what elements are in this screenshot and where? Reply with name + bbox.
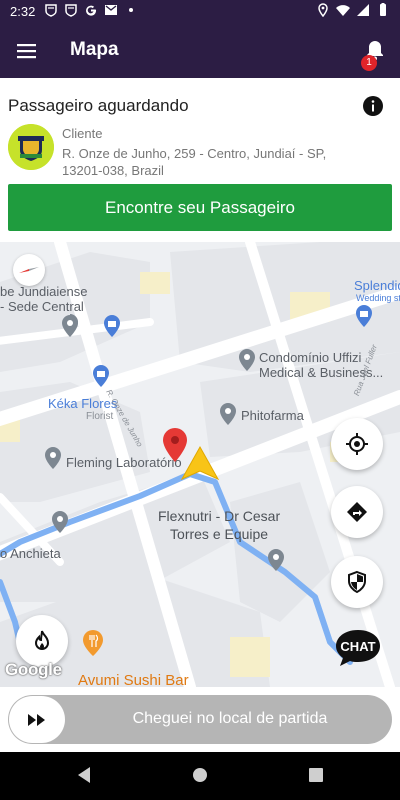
place-label: o Anchieta xyxy=(0,546,61,561)
recents-icon[interactable] xyxy=(308,766,324,784)
place-label: Phitofarma xyxy=(241,408,304,423)
place-label: be Jundiaiense - Sede Central xyxy=(0,284,88,314)
app-bar: Mapa 1 xyxy=(0,24,400,78)
mail-icon xyxy=(105,5,117,15)
shield-icon xyxy=(65,4,77,17)
dot-icon xyxy=(129,8,133,12)
restaurant-pin-icon[interactable] xyxy=(82,629,104,657)
safety-button[interactable] xyxy=(331,556,383,608)
notification-badge: 1 xyxy=(361,55,377,71)
chat-label: CHAT xyxy=(340,639,375,654)
card-heading: Passageiro aguardando xyxy=(8,96,189,115)
my-location-button[interactable] xyxy=(331,418,383,470)
place-pin-icon[interactable] xyxy=(267,548,285,572)
flame-icon xyxy=(34,630,50,650)
page-title: Mapa xyxy=(70,39,119,60)
shopping-pin-icon[interactable] xyxy=(103,314,121,338)
place-pin-icon[interactable] xyxy=(219,402,237,426)
menu-icon[interactable] xyxy=(16,41,38,61)
info-icon[interactable] xyxy=(362,95,384,117)
shield-icon xyxy=(45,4,57,17)
system-nav-bar xyxy=(0,752,400,800)
compass-button[interactable] xyxy=(13,254,45,286)
back-icon[interactable] xyxy=(76,766,92,784)
client-logo-icon xyxy=(8,124,54,170)
directions-icon xyxy=(347,502,367,522)
map-view[interactable]: be Jundiaiense - Sede Central Splendida … xyxy=(0,242,400,687)
client-avatar xyxy=(8,124,54,170)
navigation-arrow-icon xyxy=(180,445,220,481)
compass-icon xyxy=(19,267,39,273)
place-pin-icon[interactable] xyxy=(44,446,62,470)
google-attribution: Google xyxy=(5,660,62,679)
place-label: Flexnutri - Dr Cesar Torres e Equipe xyxy=(158,508,281,542)
shield-icon xyxy=(348,570,366,594)
shopping-pin-icon[interactable] xyxy=(92,364,110,388)
find-passenger-button[interactable]: Encontre seu Passageiro xyxy=(8,184,392,231)
signal-icon xyxy=(357,4,369,16)
slider-knob[interactable] xyxy=(9,696,65,743)
place-sublabel: Florist xyxy=(86,411,114,422)
place-pin-icon[interactable] xyxy=(238,348,256,372)
directions-button[interactable] xyxy=(331,486,383,538)
arrival-slider[interactable]: Cheguei no local de partida xyxy=(8,695,392,744)
clock: 2:32 xyxy=(10,4,36,19)
fast-forward-icon xyxy=(28,713,45,726)
battery-icon xyxy=(380,3,386,16)
home-icon[interactable] xyxy=(192,766,208,784)
place-sublabel: Wedding store xyxy=(356,293,400,303)
chat-button[interactable]: CHAT xyxy=(334,628,382,668)
place-pin-icon[interactable] xyxy=(51,510,69,534)
arrival-area: Cheguei no local de partida xyxy=(0,687,400,752)
shopping-pin-icon[interactable] xyxy=(355,304,373,328)
place-label: Avumi Sushi Bar xyxy=(78,672,189,687)
location-icon xyxy=(318,3,328,17)
status-bar: 2:32 xyxy=(0,0,400,24)
wifi-icon xyxy=(336,5,350,16)
place-pin-icon[interactable] xyxy=(61,314,79,338)
gps-icon xyxy=(346,433,368,455)
client-role: Cliente xyxy=(62,126,103,141)
google-icon xyxy=(86,5,97,16)
place-label: Splendida xyxy=(354,278,400,293)
pickup-address: R. Onze de Junho, 259 - Centro, Jundiaí … xyxy=(62,146,327,178)
slider-label: Cheguei no local de partida xyxy=(132,710,328,727)
passenger-card: Passageiro aguardando Cliente R. Onze de… xyxy=(0,78,400,242)
